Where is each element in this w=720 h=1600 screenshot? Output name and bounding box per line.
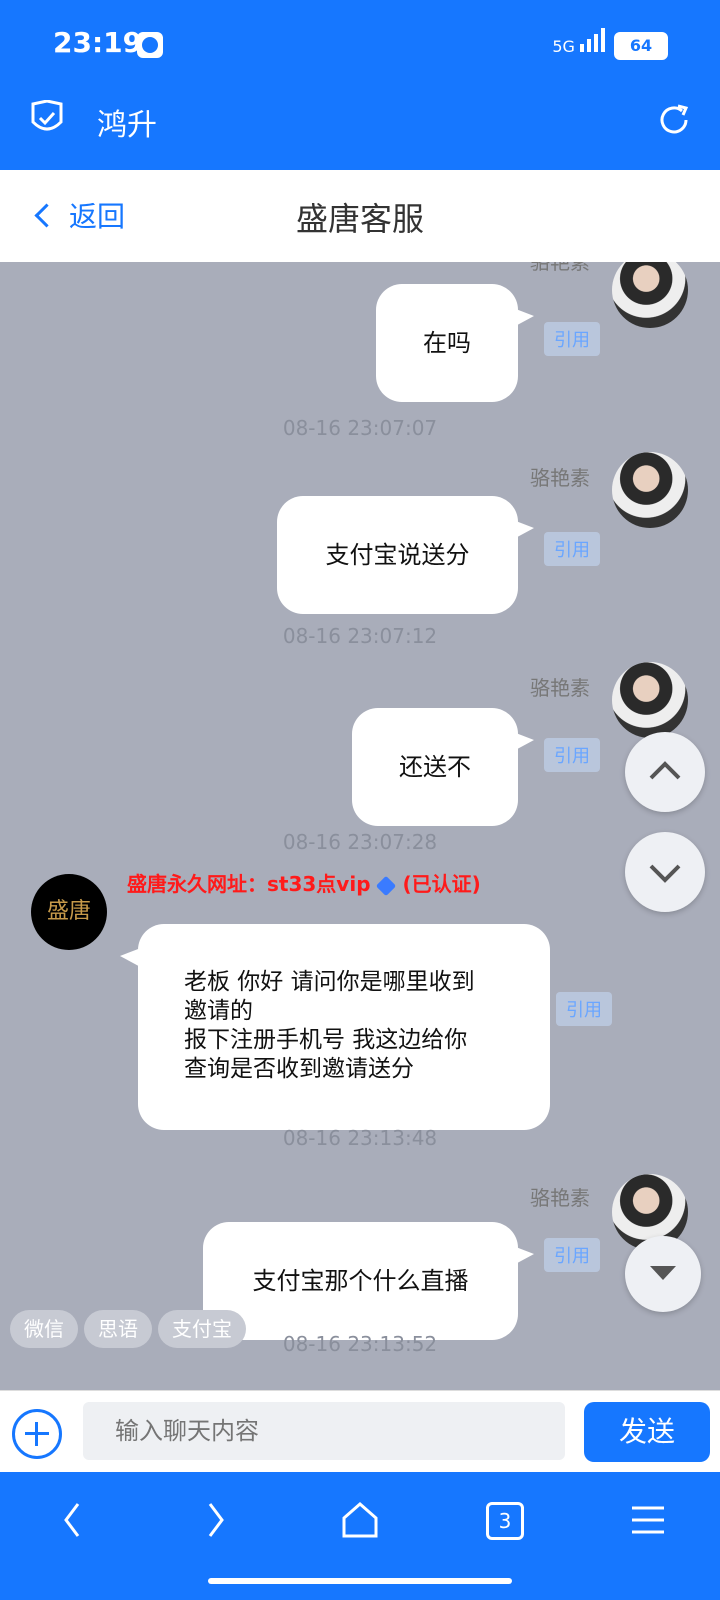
sender-name: 骆艳素 — [530, 262, 590, 274]
sender-name: 骆艳素 — [530, 466, 590, 490]
app-notification-icon — [137, 32, 163, 58]
tabs-button[interactable]: 3 — [486, 1502, 524, 1540]
verified-diamond-icon — [376, 875, 397, 896]
back-arrow-icon[interactable] — [60, 1500, 84, 1540]
chevron-down-icon — [649, 864, 681, 883]
message-bubble[interactable]: 在吗 — [376, 284, 534, 402]
send-button[interactable]: 发送 — [584, 1402, 710, 1462]
quote-button[interactable]: 引用 — [544, 532, 600, 566]
verified-badge: (已认证) — [402, 872, 481, 896]
scroll-bottom-button[interactable] — [625, 1236, 701, 1312]
message-bubble[interactable]: 还送不 — [352, 708, 534, 826]
quick-reply-chip[interactable]: 思语 — [84, 1310, 152, 1348]
agent-name: 盛唐永久网址：st33点vip (已认证) — [127, 868, 481, 897]
forward-arrow-icon[interactable] — [204, 1500, 228, 1540]
avatar[interactable] — [612, 262, 688, 328]
sender-name: 骆艳素 — [530, 676, 590, 700]
reload-icon[interactable] — [656, 102, 692, 138]
network-type: 5G — [552, 37, 575, 56]
status-time: 23:19 — [53, 26, 143, 59]
message-time: 08-16 23:07:07 — [282, 416, 438, 440]
message-bubble[interactable]: 支付宝说送分 — [277, 496, 534, 614]
avatar[interactable] — [612, 452, 688, 528]
quick-reply-chip[interactable]: 支付宝 — [158, 1310, 246, 1348]
scroll-up-button[interactable] — [625, 732, 705, 812]
triangle-down-icon — [650, 1266, 676, 1280]
message-bubble[interactable]: 支付宝那个什么直播 — [203, 1222, 534, 1340]
add-attachment-icon[interactable] — [12, 1409, 62, 1459]
message-line: 老板 你好 请问你是哪里收到 — [184, 969, 475, 995]
message-time: 08-16 23:07:12 — [282, 624, 438, 648]
battery-indicator: 64 — [614, 32, 668, 60]
avatar[interactable] — [612, 662, 688, 738]
sender-name: 骆艳素 — [530, 1186, 590, 1210]
chat-input[interactable] — [83, 1402, 565, 1460]
agent-name-text: 盛唐永久网址：st33点vip — [127, 872, 371, 896]
scroll-down-button[interactable] — [625, 832, 705, 912]
message-bubble[interactable]: 老板 你好 请问你是哪里收到 邀请的 报下注册手机号 我这边给你 查询是否收到邀… — [120, 924, 550, 1130]
chat-title: 盛唐客服 — [295, 200, 424, 238]
message-line: 查询是否收到邀请送分 — [184, 1056, 414, 1082]
quote-button[interactable]: 引用 — [544, 322, 600, 356]
browser-title: 鸿升 — [97, 108, 157, 143]
message-time: 08-16 23:07:28 — [282, 830, 438, 854]
menu-icon[interactable] — [630, 1502, 666, 1538]
quick-reply-chip[interactable]: 微信 — [10, 1310, 78, 1348]
chat-area[interactable]: 骆艳素 在吗 引用 08-16 23:07:07 骆艳素 支付宝说送分 引用 0… — [0, 262, 720, 1390]
quote-button[interactable]: 引用 — [544, 738, 600, 772]
quote-button[interactable]: 引用 — [544, 1238, 600, 1272]
message-line: 报下注册手机号 我这边给你 — [184, 1027, 468, 1053]
quote-button[interactable]: 引用 — [556, 992, 612, 1026]
shield-icon[interactable] — [30, 100, 64, 138]
home-icon[interactable] — [340, 1500, 380, 1540]
home-indicator — [208, 1578, 512, 1584]
message-line: 邀请的 — [184, 998, 253, 1024]
agent-avatar[interactable]: 盛唐 — [31, 874, 107, 950]
message-time: 08-16 23:13:48 — [282, 1126, 438, 1150]
chevron-up-icon — [649, 761, 681, 780]
